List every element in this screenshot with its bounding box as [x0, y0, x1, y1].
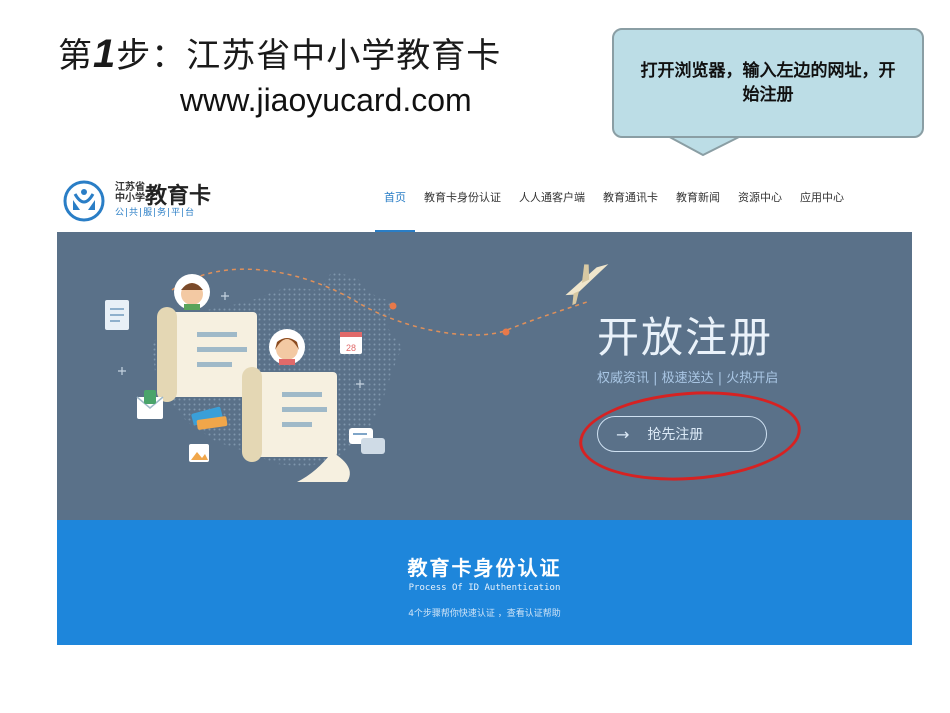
step-url: www.jiaoyucard.com	[180, 82, 472, 118]
nav-item-home[interactable]: 首页	[375, 170, 415, 232]
logo-line1: 江苏省	[115, 182, 145, 193]
avatar-boy-icon	[174, 274, 210, 310]
nav-item-client[interactable]: 人人通客户端	[510, 170, 594, 232]
banner-title: 开放注册	[597, 313, 774, 362]
nav-item-comm-card[interactable]: 教育通讯卡	[594, 170, 667, 232]
chat-bubbles-icon	[349, 428, 385, 454]
id-auth-help-link[interactable]: 4个步骤帮你快速认证 ，查看认证帮助	[57, 606, 912, 619]
document-icon	[105, 300, 129, 330]
step-prefix: 第	[58, 36, 93, 76]
banner-illustration: 28	[105, 264, 609, 482]
step-suffix: 步：江苏省中小学教育卡	[116, 36, 502, 76]
avatar-girl-icon	[269, 329, 305, 365]
main-nav: 首页 教育卡身份认证 人人通客户端 教育通讯卡 教育新闻 资源中心 应用中心	[375, 170, 853, 232]
website-screenshot: 江苏省 中小学 教育卡 公|共|服|务|平|台 首页 教育卡身份认证 人人通客户…	[57, 170, 912, 645]
nav-item-news[interactable]: 教育新闻	[667, 170, 729, 232]
calendar-icon: 28	[340, 332, 362, 354]
logo-line2: 中小学	[115, 193, 145, 204]
step-title: 第1步：江苏省中小学教育卡	[58, 28, 501, 77]
calendar-day: 28	[346, 343, 356, 353]
site-header: 江苏省 中小学 教育卡 公|共|服|务|平|台 首页 教育卡身份认证 人人通客户…	[57, 170, 912, 232]
callout-box: 打开浏览器，输入左边的网址，开始注册	[612, 28, 924, 138]
logo-icon[interactable]	[63, 180, 105, 222]
nav-item-apps[interactable]: 应用中心	[791, 170, 853, 232]
step-number: 1	[93, 32, 117, 76]
image-icon	[189, 444, 209, 462]
nav-item-resources[interactable]: 资源中心	[729, 170, 791, 232]
id-auth-subtitle: Process Of ID Authentication	[408, 583, 561, 593]
callout-text: 打开浏览器，输入左边的网址，开始注册	[640, 61, 896, 105]
id-auth-section: 教育卡身份认证 Process Of ID Authentication 4个步…	[57, 520, 912, 645]
nav-item-id-auth[interactable]: 教育卡身份认证	[415, 170, 510, 232]
banner-subtitle: 权威资讯 | 极速送达 | 火热开启	[597, 371, 779, 386]
paper-plane-icon	[565, 264, 609, 306]
id-auth-title[interactable]: 教育卡身份认证	[57, 552, 912, 581]
logo-small-text: 江苏省 中小学	[115, 182, 145, 204]
hero-banner: 28 开放注册 权威资讯 | 极速送达 | 火热开启 → 抢先注册	[57, 232, 912, 520]
logo-subtitle: 公|共|服|务|平|台	[115, 208, 196, 218]
